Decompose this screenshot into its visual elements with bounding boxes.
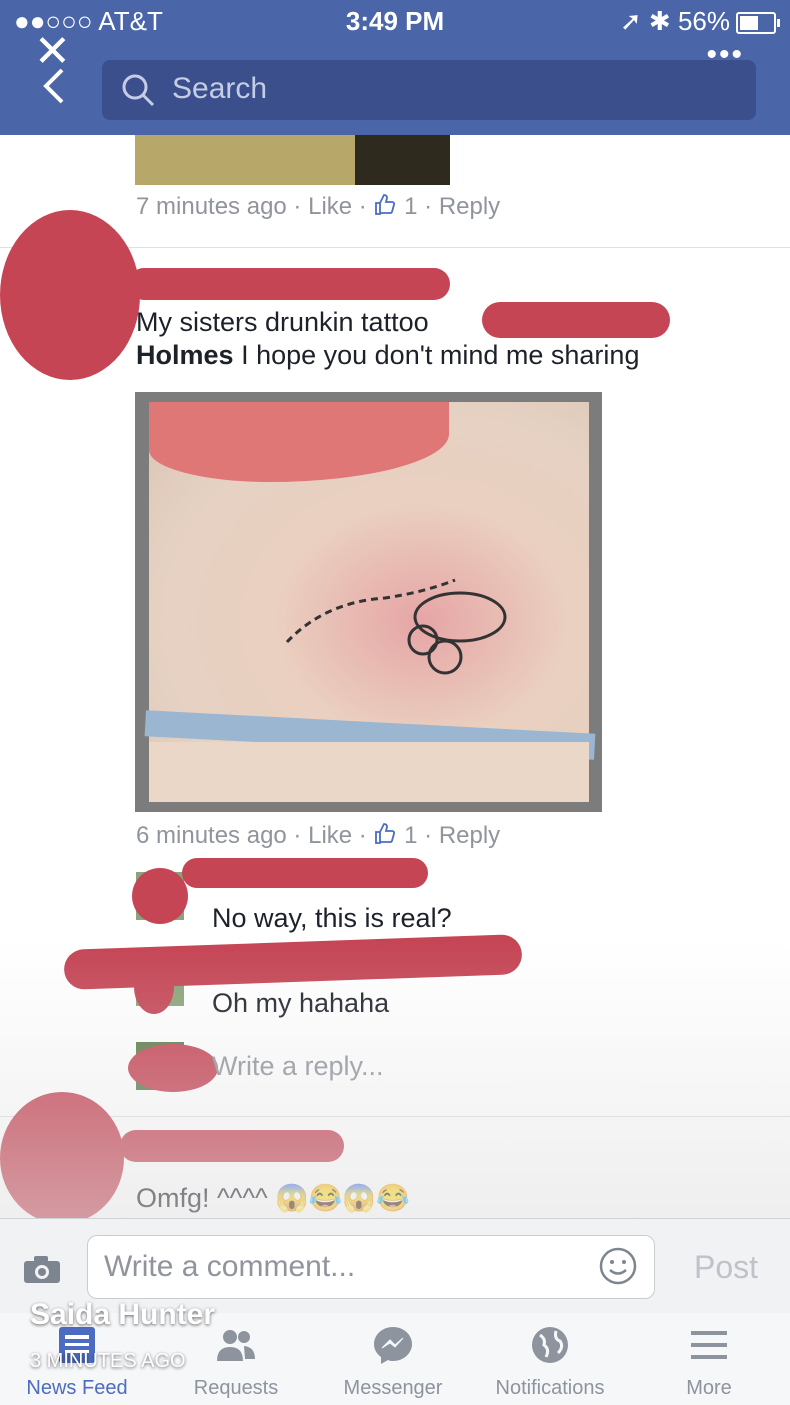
tab-label: Notifications — [495, 1377, 605, 1399]
redacted-avatar — [132, 868, 188, 924]
reply-text: Oh my hahaha — [212, 988, 390, 1018]
reply-link[interactable]: Reply — [439, 822, 500, 849]
messenger-icon — [374, 1327, 412, 1364]
battery-icon — [736, 12, 780, 34]
redacted-name — [182, 858, 428, 888]
sticker-smiley-icon[interactable] — [598, 1246, 638, 1286]
redacted-name — [128, 268, 450, 300]
comment-time: 7 minutes ago — [136, 193, 287, 220]
tab-messenger[interactable]: Messenger — [318, 1323, 468, 1400]
tab-label: Messenger — [343, 1377, 443, 1399]
search-icon — [122, 74, 155, 107]
tab-label: More — [686, 1377, 732, 1399]
battery-percent: ➚ ✱ 56% — [619, 6, 730, 36]
redacted-avatar — [0, 1092, 124, 1224]
redacted-name — [120, 1130, 344, 1162]
menu-icon — [691, 1331, 727, 1359]
status-bar: ●●○○○ AT&T 3:49 PM ➚ ✱ 56% — [0, 0, 790, 44]
redacted-avatar — [128, 1044, 218, 1092]
tattoo-drawing — [285, 578, 507, 675]
reply-link[interactable]: Reply — [439, 193, 500, 220]
divider — [0, 1116, 790, 1117]
like-count: 1 — [404, 822, 418, 849]
comment-text-line2: I hope you don't mind me sharing — [241, 340, 640, 370]
tagged-name[interactable]: Holmes — [136, 340, 234, 370]
redacted-avatar — [134, 960, 174, 1014]
like-link[interactable]: Like — [308, 822, 352, 849]
comment-input[interactable]: Write a comment... — [87, 1235, 655, 1299]
tab-notifications[interactable]: Notifications — [475, 1323, 625, 1400]
like-count: 1 — [404, 193, 418, 220]
comment-meta-1: 7 minutes ago · Like · 1 · Reply — [136, 193, 501, 220]
reply-text: No way, this is real? — [212, 903, 452, 933]
like-thumb-icon — [375, 823, 396, 844]
previous-comment-image[interactable] — [135, 135, 450, 185]
like-link[interactable]: Like — [308, 193, 352, 220]
tab-more[interactable]: More — [634, 1323, 784, 1400]
write-reply-input[interactable]: Write a reply... — [212, 1050, 384, 1083]
tab-label: News Feed — [26, 1377, 128, 1399]
globe-icon — [532, 1327, 568, 1363]
like-thumb-icon — [375, 194, 396, 215]
tab-label: Requests — [193, 1377, 279, 1399]
redacted-name — [63, 934, 523, 990]
post-button[interactable]: Post — [694, 1249, 758, 1286]
story-timestamp: 3 MINUTES AGO — [30, 1350, 186, 1372]
friends-icon — [217, 1330, 255, 1361]
search-bar[interactable]: Search — [102, 60, 756, 120]
redacted-avatar — [0, 210, 140, 380]
search-placeholder: Search — [172, 72, 268, 105]
camera-icon[interactable] — [22, 1255, 62, 1285]
back-chevron-icon[interactable] — [36, 66, 76, 106]
redacted-tag — [482, 302, 670, 338]
comment-text: Omfg! ^^^^ 😱😂😱😂 — [136, 1183, 410, 1213]
comment-placeholder: Write a comment... — [104, 1250, 356, 1283]
comment-photo[interactable] — [135, 392, 602, 812]
comment-time: 6 minutes ago — [136, 822, 287, 849]
comment-text-line1: My sisters drunkin tattoo — [136, 307, 429, 337]
comment-meta-2: 6 minutes ago · Like · 1 · Reply — [136, 822, 501, 849]
top-bar: ●●○○○ AT&T 3:49 PM ➚ ✱ 56% ✕ ••• Search — [0, 0, 790, 135]
story-author-name: Saida Hunter — [30, 1298, 216, 1331]
